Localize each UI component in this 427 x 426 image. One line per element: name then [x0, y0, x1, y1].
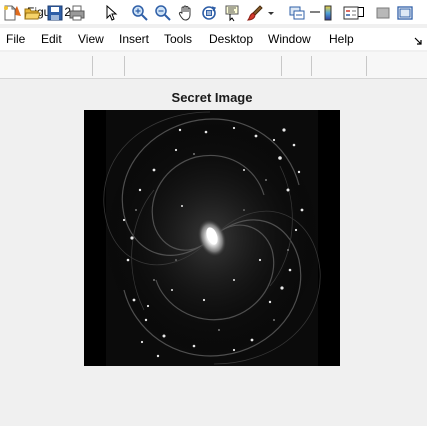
menu-edit[interactable]: Edit	[41, 32, 62, 46]
toolbar-separator	[124, 56, 125, 76]
hide-plot-tools-icon[interactable]	[374, 4, 392, 22]
pan-hand-icon[interactable]	[177, 4, 195, 22]
galaxy-image	[84, 110, 340, 366]
dock-arrow-icon[interactable]	[413, 33, 423, 45]
toolbar-separator	[281, 56, 282, 76]
figure-toolbar	[0, 52, 427, 79]
new-figure-icon[interactable]	[1, 4, 19, 22]
legend-icon[interactable]	[342, 4, 360, 22]
data-cursor-icon[interactable]	[223, 4, 241, 22]
brush-dropdown-icon[interactable]	[266, 4, 276, 22]
link-plot-icon[interactable]	[288, 4, 306, 22]
edit-plot-arrow-icon[interactable]	[101, 4, 119, 22]
menu-bar: File Edit View Insert Tools Desktop Wind…	[0, 28, 427, 50]
menu-insert[interactable]: Insert	[119, 32, 149, 46]
toolbar-separator	[366, 56, 367, 76]
rotate-3d-icon[interactable]	[200, 4, 218, 22]
menu-window[interactable]: Window	[268, 32, 311, 46]
brush-icon[interactable]	[246, 4, 264, 22]
axes-title: Secret Image	[171, 90, 253, 105]
colorbar-icon[interactable]	[319, 4, 337, 22]
menu-tools[interactable]: Tools	[164, 32, 192, 46]
menu-file[interactable]: File	[6, 32, 25, 46]
menu-help[interactable]: Help	[329, 32, 354, 46]
show-plot-tools-icon[interactable]	[396, 4, 414, 22]
image-axes[interactable]	[84, 110, 340, 366]
toolbar-separator	[92, 56, 93, 76]
save-icon[interactable]	[46, 4, 64, 22]
menu-desktop[interactable]: Desktop	[209, 32, 253, 46]
print-icon[interactable]	[68, 4, 86, 22]
open-file-icon[interactable]	[23, 4, 41, 22]
zoom-in-icon[interactable]	[131, 4, 149, 22]
menu-view[interactable]: View	[78, 32, 104, 46]
zoom-out-icon[interactable]	[154, 4, 172, 22]
toolbar-separator	[311, 56, 312, 76]
